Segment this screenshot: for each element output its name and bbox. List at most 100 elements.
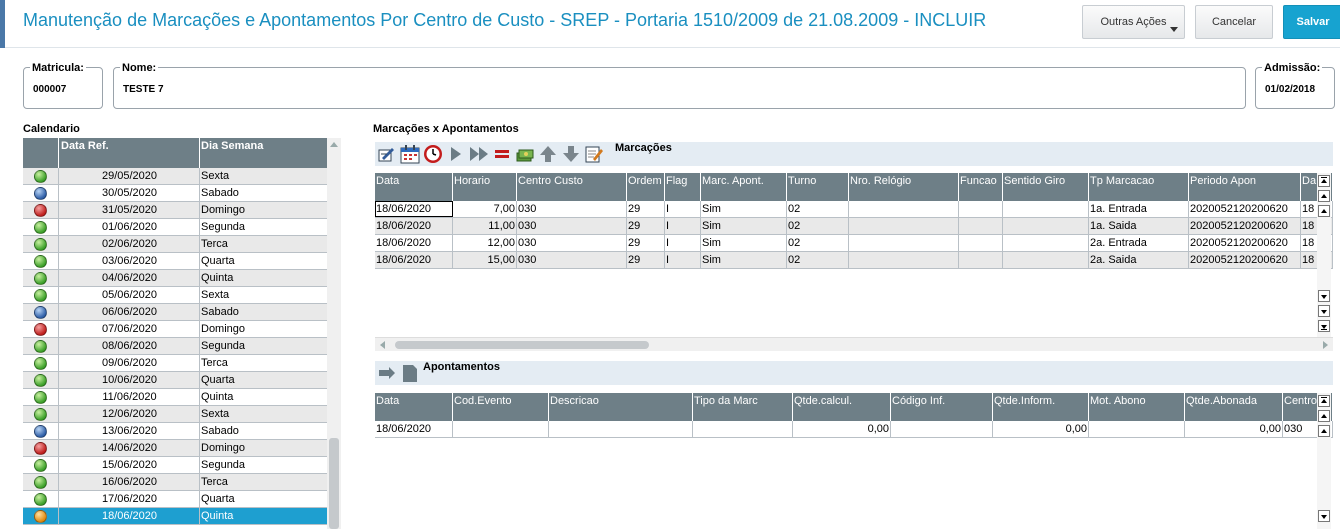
calendar-row[interactable]: 14/06/2020 Domingo xyxy=(23,440,327,457)
table-cell[interactable] xyxy=(1089,421,1185,437)
calendar-row[interactable]: 11/06/2020 Quinta xyxy=(23,389,327,406)
table-cell[interactable]: 18/06/2020 xyxy=(375,235,453,251)
column-header[interactable]: Qtde.Inform. xyxy=(993,393,1089,421)
matricula-field[interactable]: Matricula: 000007 xyxy=(23,62,103,109)
calendar-row[interactable]: 12/06/2020 Sexta xyxy=(23,406,327,423)
scroll-right-icon[interactable] xyxy=(1323,341,1328,349)
table-cell[interactable] xyxy=(1003,218,1089,234)
table-cell[interactable] xyxy=(453,421,549,437)
column-header[interactable]: Turno xyxy=(787,173,849,201)
scrollbar-thumb[interactable] xyxy=(395,341,649,349)
column-header[interactable]: Sentido Giro xyxy=(1003,173,1089,201)
scroll-page-up-icon[interactable] xyxy=(1318,190,1330,202)
outras-acoes-button[interactable]: Outras Ações xyxy=(1082,5,1185,39)
money-icon[interactable] xyxy=(515,144,535,164)
table-cell[interactable]: 030 xyxy=(517,218,627,234)
table-row[interactable]: 18/06/2020 0,00 0,00 0,00 030 xyxy=(375,421,1333,438)
table-row[interactable]: 18/06/2020 12,00 030 29 I Sim 02 2a. Entrada 202… xyxy=(375,235,1333,252)
scroll-down-icon[interactable] xyxy=(1318,290,1330,302)
calendar-row[interactable]: 01/06/2020 Segunda xyxy=(23,219,327,236)
marcacoes-horizontal-scrollbar[interactable] xyxy=(375,337,1333,351)
calendar-scrollbar[interactable] xyxy=(327,138,341,529)
table-cell[interactable]: 11,00 xyxy=(453,218,517,234)
table-cell[interactable] xyxy=(693,421,793,437)
column-header[interactable]: Qtde.calcul. xyxy=(793,393,891,421)
calendar-row[interactable]: 10/06/2020 Quarta xyxy=(23,372,327,389)
table-cell[interactable] xyxy=(959,201,1003,217)
calendar-row[interactable]: 15/06/2020 Segunda xyxy=(23,457,327,474)
nome-field[interactable]: Nome: TESTE 7 xyxy=(113,62,1246,109)
calendar-icon[interactable] xyxy=(400,144,420,164)
scroll-up-icon[interactable] xyxy=(1318,425,1330,437)
table-cell[interactable]: 2020052120200620 xyxy=(1189,218,1301,234)
calendar-row[interactable]: 07/06/2020 Domingo xyxy=(23,321,327,338)
column-header[interactable]: Data xyxy=(375,173,453,201)
scroll-top-icon[interactable] xyxy=(1318,395,1330,407)
table-cell[interactable]: I xyxy=(665,252,701,268)
scroll-bottom-icon[interactable] xyxy=(1318,320,1330,332)
table-cell[interactable]: 1a. Saida xyxy=(1089,218,1189,234)
equals-icon[interactable] xyxy=(492,144,512,164)
column-header[interactable]: Tp Marcacao xyxy=(1089,173,1189,201)
scroll-page-up-icon[interactable] xyxy=(1318,410,1330,422)
table-cell[interactable] xyxy=(1003,252,1089,268)
admissao-field[interactable]: Admissão: 01/02/2018 xyxy=(1255,62,1335,109)
table-cell[interactable]: 030 xyxy=(517,235,627,251)
column-header[interactable]: Ordem xyxy=(627,173,665,201)
table-cell[interactable] xyxy=(849,201,959,217)
scroll-top-icon[interactable] xyxy=(1318,175,1330,187)
table-cell[interactable] xyxy=(549,421,693,437)
column-header[interactable]: Nro. Relógio xyxy=(849,173,959,201)
table-cell[interactable]: 2020052120200620 xyxy=(1189,252,1301,268)
column-header[interactable]: Flag xyxy=(665,173,701,201)
table-cell[interactable]: 29 xyxy=(627,252,665,268)
table-cell[interactable]: Sim xyxy=(701,252,787,268)
calendar-row[interactable]: 30/05/2020 Sabado xyxy=(23,185,327,202)
scroll-up-icon[interactable] xyxy=(1318,205,1330,217)
table-cell[interactable]: 02 xyxy=(787,252,849,268)
table-cell[interactable]: Sim xyxy=(701,235,787,251)
edit-icon[interactable] xyxy=(377,144,397,164)
column-header[interactable]: Código Inf. xyxy=(891,393,993,421)
table-cell[interactable]: Sim xyxy=(701,201,787,217)
fast-forward-icon[interactable] xyxy=(469,144,489,164)
table-cell[interactable]: I xyxy=(665,201,701,217)
table-cell[interactable]: 18/06/2020 xyxy=(375,218,453,234)
document-icon[interactable] xyxy=(400,363,420,383)
column-header[interactable]: Horario xyxy=(453,173,517,201)
table-cell[interactable]: 29 xyxy=(627,201,665,217)
table-cell[interactable]: I xyxy=(665,218,701,234)
calendar-row[interactable]: 09/06/2020 Terca xyxy=(23,355,327,372)
column-header[interactable]: Centro Custo xyxy=(517,173,627,201)
calendar-row[interactable]: 31/05/2020 Domingo xyxy=(23,202,327,219)
clock-icon[interactable] xyxy=(423,144,443,164)
table-row[interactable]: 18/06/2020 7,00 030 29 I Sim 02 1a. Entrada 2020… xyxy=(375,201,1333,218)
column-header[interactable]: Tipo da Marc xyxy=(693,393,793,421)
forward-icon[interactable] xyxy=(377,363,397,383)
calendar-row[interactable]: 17/06/2020 Quarta xyxy=(23,491,327,508)
table-cell[interactable]: I xyxy=(665,235,701,251)
calendar-row[interactable]: 04/06/2020 Quinta xyxy=(23,270,327,287)
table-cell[interactable] xyxy=(959,218,1003,234)
table-cell[interactable]: 030 xyxy=(517,252,627,268)
table-cell[interactable]: 030 xyxy=(517,201,627,217)
save-button[interactable]: Salvar xyxy=(1283,5,1340,39)
calendar-row[interactable]: 06/06/2020 Sabado xyxy=(23,304,327,321)
table-cell[interactable]: Sim xyxy=(701,218,787,234)
calendar-row[interactable]: 03/06/2020 Quarta xyxy=(23,253,327,270)
column-header[interactable]: Cod.Evento xyxy=(453,393,549,421)
table-cell[interactable]: 0,00 xyxy=(1185,421,1283,437)
table-cell[interactable]: 18/06/2020 xyxy=(375,252,453,268)
table-cell[interactable]: 0,00 xyxy=(993,421,1089,437)
calendar-row[interactable]: 29/05/2020 Sexta xyxy=(23,168,327,185)
table-cell[interactable]: 02 xyxy=(787,218,849,234)
table-cell[interactable] xyxy=(1003,201,1089,217)
column-header[interactable]: Data xyxy=(375,393,453,421)
table-row[interactable]: 18/06/2020 15,00 030 29 I Sim 02 2a. Saida 20200… xyxy=(375,252,1333,269)
column-header[interactable]: Periodo Apon xyxy=(1189,173,1301,201)
cancel-button[interactable]: Cancelar xyxy=(1195,5,1273,39)
column-header[interactable]: Funcao xyxy=(959,173,1003,201)
table-cell[interactable]: 1a. Entrada xyxy=(1089,201,1189,217)
scroll-left-icon[interactable] xyxy=(380,341,385,349)
table-cell[interactable]: 18/06/2020 xyxy=(375,201,453,217)
